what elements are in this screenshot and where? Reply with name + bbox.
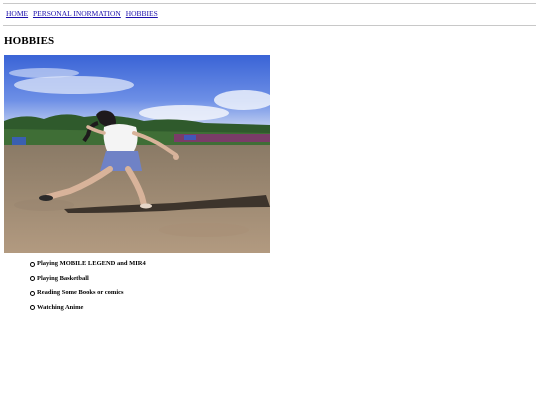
hobbies-list: Playing MOBILE LEGEND and MIR4 Playing B… — [0, 256, 146, 314]
list-item: Playing MOBILE LEGEND and MIR4 — [0, 256, 146, 271]
top-divider — [3, 3, 536, 4]
hobby-label: Watching Anime — [37, 303, 84, 311]
hobby-label: Reading Some Books or comics — [37, 289, 124, 296]
nav-link-hobbies[interactable]: HOBBIES — [126, 9, 158, 18]
list-item: Reading Some Books or comics — [0, 285, 146, 300]
bullet-icon — [30, 261, 35, 267]
bullet-icon — [30, 276, 35, 281]
hobby-label: Playing MOBILE LEGEND and MIR4 — [37, 260, 146, 267]
page-title: HOBBIES — [4, 35, 55, 47]
top-nav: HOME PERSONAL INORMATION HOBBIES — [6, 9, 161, 18]
bullet-icon — [30, 305, 35, 310]
hobbies-photo — [4, 55, 270, 253]
nav-divider — [3, 25, 536, 26]
bullet-icon — [30, 290, 35, 296]
nav-link-personal-information[interactable]: PERSONAL INORMATION — [33, 9, 121, 18]
nav-link-home[interactable]: HOME — [6, 9, 28, 18]
list-item: Watching Anime — [0, 300, 146, 315]
list-item: Playing Basketball — [0, 271, 146, 286]
hobby-label: Playing Basketball — [37, 274, 89, 282]
